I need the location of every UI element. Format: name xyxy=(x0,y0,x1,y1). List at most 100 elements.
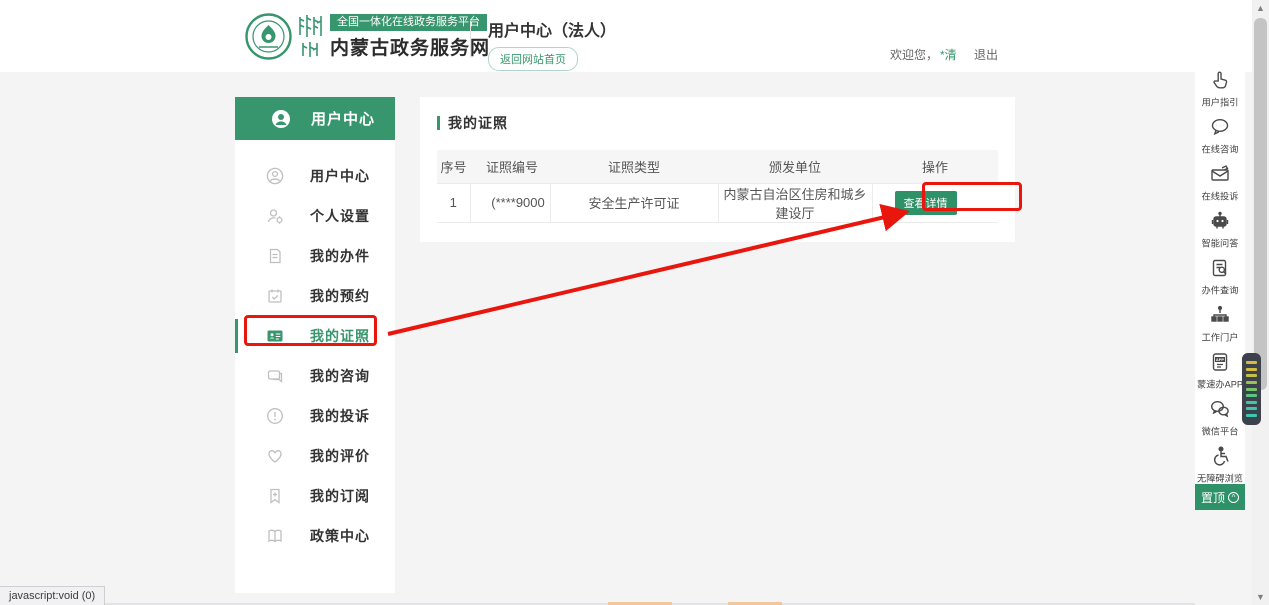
floating-toolbar: 用户指引 在线咨询 在线投诉 智能问答 办件查询 工作门户 xyxy=(1195,65,1245,484)
toolbar-item-label: 用户指引 xyxy=(1202,94,1239,108)
column-header-action: 操作 xyxy=(872,150,998,183)
sidebar-item-my-appointments[interactable]: 我的预约 xyxy=(235,276,395,316)
doc-search-icon xyxy=(1209,257,1231,279)
user-circle-icon xyxy=(266,167,284,185)
back-to-top-button[interactable]: 置顶 ^ xyxy=(1195,484,1245,510)
section-title-bar xyxy=(437,116,440,130)
equalizer-widget[interactable] xyxy=(1242,353,1261,425)
scroll-up-arrow-icon[interactable]: ▲ xyxy=(1252,0,1269,16)
sidebar-item-label: 用户中心 xyxy=(310,166,370,186)
app-icon: APP xyxy=(1209,351,1231,373)
policy-book-icon xyxy=(266,527,284,545)
sitemap-icon xyxy=(1209,304,1231,326)
toolbar-item-label: 无障碍浏览 xyxy=(1197,470,1243,484)
gov-emblem-icon xyxy=(245,13,292,60)
sidebar-item-my-consultations[interactable]: 我的咨询 xyxy=(235,356,395,396)
toolbar-item-smart-qa[interactable]: 智能问答 xyxy=(1195,206,1245,253)
column-header-cert-no: 证照编号 xyxy=(470,150,550,183)
annotation-arrow xyxy=(0,0,1269,605)
toolbar-item-work-portal[interactable]: 工作门户 xyxy=(1195,300,1245,347)
scrollbar-thumb[interactable] xyxy=(1254,18,1267,390)
toolbar-item-label: 微信平台 xyxy=(1202,423,1239,437)
document-icon xyxy=(266,247,284,265)
sidebar-item-label: 我的咨询 xyxy=(310,366,370,386)
browser-scrollbar[interactable]: ▲ ▼ xyxy=(1252,0,1269,605)
sidebar-item-label: 我的投诉 xyxy=(310,406,370,426)
calendar-check-icon xyxy=(266,287,284,305)
sidebar-item-my-subscriptions[interactable]: 我的订阅 xyxy=(235,476,395,516)
sidebar-item-label: 我的证照 xyxy=(310,326,370,346)
table-header-row: 序号 证照编号 证照类型 颁发单位 操作 xyxy=(437,150,998,183)
platform-badge: 全国一体化在线政务服务平台 xyxy=(330,14,487,31)
sidebar-item-label: 我的评价 xyxy=(310,446,370,466)
column-header-seq: 序号 xyxy=(437,150,470,183)
praise-icon xyxy=(266,447,284,465)
cell-issuer: 内蒙古自治区住房和城乡建设厅 xyxy=(718,183,872,222)
svg-text:APP: APP xyxy=(1216,357,1225,362)
sidebar-title: 用户中心 xyxy=(311,108,375,129)
sidebar: 用户中心 用户中心 个人设置 我的办件 xyxy=(235,97,395,593)
toolbar-item-label: 办件查询 xyxy=(1202,282,1239,296)
sidebar-item-personal-settings[interactable]: 个人设置 xyxy=(235,196,395,236)
view-details-button[interactable]: 查看详情 xyxy=(895,191,957,215)
toolbar-item-accessibility[interactable]: 无障碍浏览 xyxy=(1195,441,1245,488)
welcome-bar: 欢迎您，*清 退出 xyxy=(890,46,998,63)
chevron-up-circle-icon: ^ xyxy=(1228,492,1239,503)
toolbar-item-user-guide[interactable]: 用户指引 xyxy=(1195,65,1245,112)
column-header-cert-type: 证照类型 xyxy=(550,150,718,183)
chat-icon xyxy=(1209,116,1231,138)
bookmark-plus-icon xyxy=(266,487,284,505)
sidebar-item-my-certificates[interactable]: 我的证照 xyxy=(235,316,395,356)
toolbar-item-online-complaint[interactable]: 在线投诉 xyxy=(1195,159,1245,206)
toolbar-item-case-inquiry[interactable]: 办件查询 xyxy=(1195,253,1245,300)
toolbar-item-label: 在线投诉 xyxy=(1202,188,1239,202)
user-gear-icon xyxy=(266,207,284,225)
toolbar-item-msb-app[interactable]: APP 蒙速办APP xyxy=(1195,347,1245,394)
robot-icon xyxy=(1209,210,1231,232)
exclamation-circle-icon xyxy=(266,407,284,425)
column-header-issuer: 颁发单位 xyxy=(718,150,872,183)
browser-status-bar: javascript:void (0) xyxy=(0,586,105,605)
sidebar-item-label: 个人设置 xyxy=(310,206,370,226)
header: 全国一体化在线政务服务平台 内蒙古政务服务网 用户中心（法人） 返回网站首页 欢… xyxy=(0,0,1252,72)
sidebar-item-label: 我的预约 xyxy=(310,286,370,306)
id-card-icon xyxy=(266,327,284,345)
sidebar-item-my-cases[interactable]: 我的办件 xyxy=(235,236,395,276)
sidebar-item-label: 我的订阅 xyxy=(310,486,370,506)
header-divider xyxy=(470,21,471,58)
toolbar-item-online-consult[interactable]: 在线咨询 xyxy=(1195,112,1245,159)
welcome-text: 欢迎您， xyxy=(890,48,938,62)
section-title: 我的证照 xyxy=(448,113,508,133)
wechat-icon xyxy=(1209,398,1231,420)
main-panel: 我的证照 序号 证照编号 证照类型 颁发单位 操作 1 (****9000 安全… xyxy=(420,97,1015,242)
cell-cert-no: (****9000 xyxy=(470,183,550,222)
chat-bubble-icon xyxy=(266,367,284,385)
user-circle-icon xyxy=(271,109,291,129)
hand-pointer-icon xyxy=(1209,69,1231,91)
sidebar-item-user-center[interactable]: 用户中心 xyxy=(235,156,395,196)
toolbar-item-label: 智能问答 xyxy=(1202,235,1239,249)
back-home-button[interactable]: 返回网站首页 xyxy=(488,47,578,71)
sidebar-item-my-reviews[interactable]: 我的评价 xyxy=(235,436,395,476)
toolbar-item-label: 蒙速办APP xyxy=(1197,376,1243,390)
toolbar-item-label: 在线咨询 xyxy=(1202,141,1239,155)
scroll-down-arrow-icon[interactable]: ▼ xyxy=(1252,589,1269,605)
site-logo: 全国一体化在线政务服务平台 内蒙古政务服务网 xyxy=(245,12,490,60)
sidebar-header: 用户中心 xyxy=(235,97,395,140)
logout-link[interactable]: 退出 xyxy=(974,48,998,62)
sidebar-item-my-complaints[interactable]: 我的投诉 xyxy=(235,396,395,436)
site-name: 内蒙古政务服务网 xyxy=(330,33,490,60)
sidebar-item-label: 我的办件 xyxy=(310,246,370,266)
cell-cert-type: 安全生产许可证 xyxy=(550,183,718,222)
mail-icon xyxy=(1209,163,1231,185)
username[interactable]: *清 xyxy=(940,48,957,62)
table-row: 1 (****9000 安全生产许可证 内蒙古自治区住房和城乡建设厅 查看详情 xyxy=(437,183,998,222)
page-title: 用户中心（法人） xyxy=(488,17,616,41)
certificates-table: 序号 证照编号 证照类型 颁发单位 操作 1 (****9000 安全生产许可证… xyxy=(437,150,998,223)
toolbar-item-label: 工作门户 xyxy=(1202,329,1239,343)
toolbar-item-wechat[interactable]: 微信平台 xyxy=(1195,394,1245,441)
accessibility-icon xyxy=(1209,445,1231,467)
mongolian-script xyxy=(296,13,324,59)
sidebar-item-policy-center[interactable]: 政策中心 xyxy=(235,516,395,556)
cell-seq: 1 xyxy=(437,183,470,222)
